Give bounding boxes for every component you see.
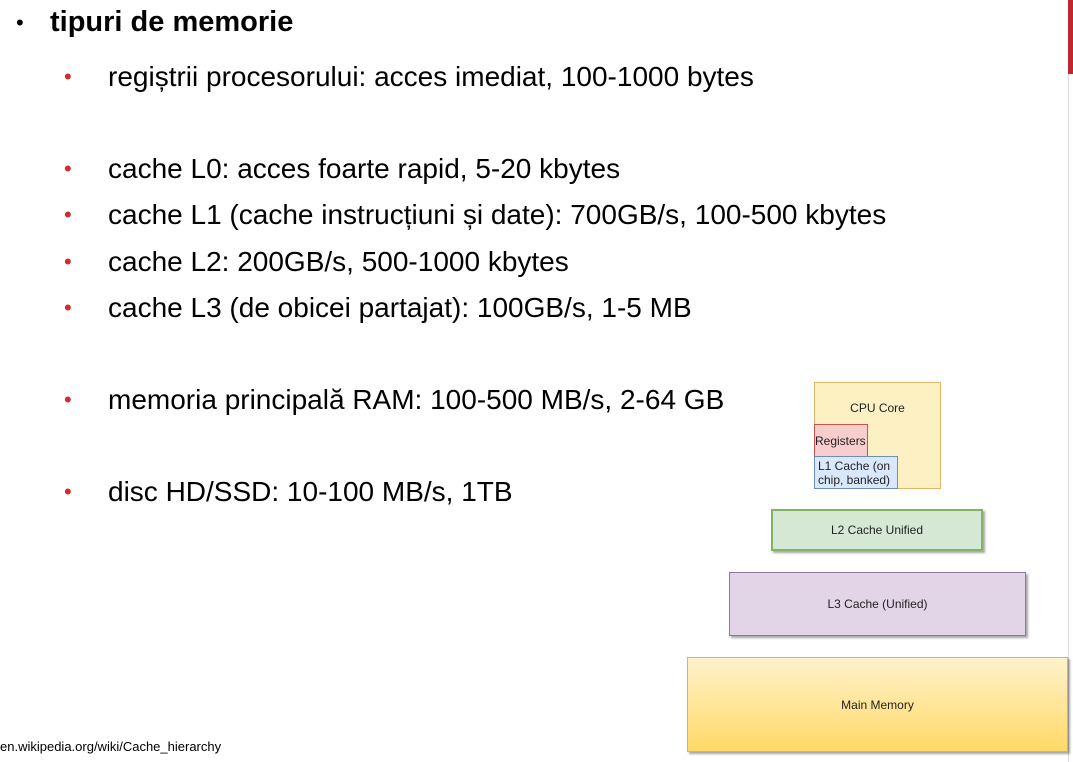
slide-accent-bar (1068, 0, 1073, 74)
l2-cache-box: L2 Cache Unified (771, 509, 983, 551)
heading-bullet: • (16, 10, 24, 35)
list-item-text: regiștrii procesorului: acces imediat, 1… (108, 61, 754, 92)
list-item-text: cache L0: acces foarte rapid, 5-20 kbyte… (108, 153, 621, 184)
l1-cache-box: L1 Cache (on chip, banked) (814, 456, 898, 489)
source-caption: en.wikipedia.org/wiki/Cache_hierarchy (0, 739, 222, 754)
bullet-icon: • (64, 479, 72, 504)
slide-edge-line (1068, 74, 1069, 762)
registers-box: Registers (814, 424, 868, 457)
list-item-text: disc HD/SSD: 10-100 MB/s, 1TB (108, 476, 513, 507)
bullet-icon: • (64, 156, 72, 181)
list-item-text: cache L1 (cache instrucțiuni și date): 7… (108, 199, 887, 230)
bullet-icon: • (64, 64, 72, 89)
cpu-core-label: CPU Core (850, 401, 905, 415)
bullet-icon: • (64, 295, 72, 320)
bullet-icon: • (64, 387, 72, 412)
bullet-icon: • (64, 202, 72, 227)
l3-cache-box: L3 Cache (Unified) (729, 572, 1026, 636)
l3-cache-label: L3 Cache (Unified) (827, 597, 928, 611)
registers-label: Registers (815, 434, 866, 448)
bullet-icon: • (64, 249, 72, 274)
list-item-text: memoria principală RAM: 100-500 MB/s, 2-… (108, 384, 725, 415)
main-memory-label: Main Memory (841, 697, 914, 712)
l2-cache-label: L2 Cache Unified (830, 523, 924, 537)
l1-cache-label: L1 Cache (on chip, banked) (818, 459, 891, 487)
list-item-text: cache L3 (de obicei partajat): 100GB/s, … (108, 292, 692, 323)
heading-title: tipuri de memorie (50, 6, 294, 38)
main-memory-box: Main Memory (687, 657, 1068, 752)
list-item-text: cache L2: 200GB/s, 500-1000 kbytes (108, 246, 569, 277)
